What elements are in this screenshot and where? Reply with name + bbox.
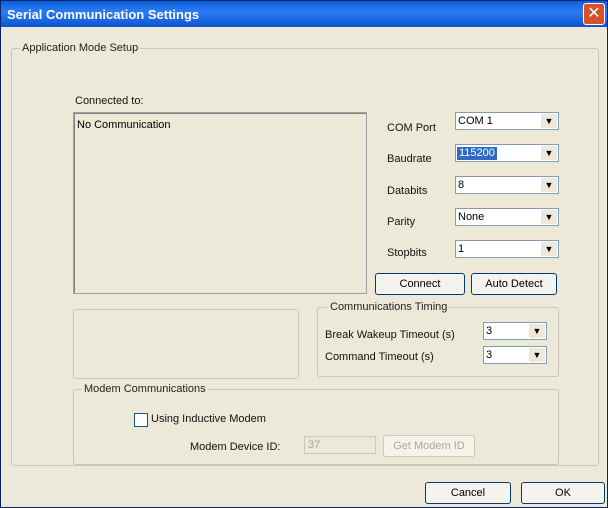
cancel-button[interactable]: Cancel (425, 482, 511, 504)
close-button[interactable]: ✕ (583, 3, 605, 25)
stopbits-value: 1 (458, 243, 465, 255)
chevron-down-icon[interactable]: ▼ (541, 178, 557, 192)
title-bar[interactable]: Serial Communication Settings ✕ (1, 1, 607, 27)
chevron-down-icon[interactable]: ▼ (541, 114, 557, 128)
inductive-modem-label: Using Inductive Modem (151, 413, 266, 425)
close-icon: ✕ (587, 5, 601, 22)
modem-device-id-field[interactable]: 37 (304, 436, 376, 454)
baudrate-select[interactable]: 115200 ▼ (455, 144, 559, 162)
serial-settings-window: Serial Communication Settings ✕ Applicat… (0, 0, 608, 508)
databits-value: 8 (458, 179, 465, 191)
break-wakeup-select[interactable]: 3 ▼ (483, 322, 547, 340)
baudrate-label: Baudrate (387, 153, 432, 165)
stopbits-select[interactable]: 1 ▼ (455, 240, 559, 258)
communications-timing-group-label: Communications Timing (328, 301, 450, 313)
command-timeout-label: Command Timeout (s) (325, 351, 434, 363)
baudrate-value: 115200 (457, 147, 497, 160)
stopbits-label: Stopbits (387, 247, 427, 259)
com-port-value: COM 1 (458, 115, 493, 127)
break-wakeup-label: Break Wakeup Timeout (s) (325, 329, 455, 341)
com-port-select[interactable]: COM 1 ▼ (455, 112, 559, 130)
com-port-label: COM Port (387, 122, 436, 134)
databits-label: Databits (387, 185, 428, 197)
chevron-down-icon[interactable]: ▼ (529, 348, 545, 362)
chevron-down-icon[interactable]: ▼ (541, 146, 557, 160)
communications-timing-group: Communications Timing (317, 301, 559, 377)
application-mode-group-label: Application Mode Setup (20, 42, 141, 54)
break-wakeup-value: 3 (486, 325, 493, 337)
command-timeout-select[interactable]: 3 ▼ (483, 346, 547, 364)
connected-to-label: Connected to: (75, 95, 144, 107)
parity-value: None (458, 211, 485, 223)
connect-button[interactable]: Connect (375, 273, 465, 295)
modem-communications-group-label: Modem Communications (82, 383, 208, 395)
chevron-down-icon[interactable]: ▼ (541, 242, 557, 256)
chevron-down-icon[interactable]: ▼ (541, 210, 557, 224)
parity-label: Parity (387, 216, 416, 228)
auto-detect-button[interactable]: Auto Detect (471, 273, 557, 295)
command-timeout-value: 3 (486, 349, 493, 361)
blank-panel (73, 309, 299, 379)
databits-select[interactable]: 8 ▼ (455, 176, 559, 194)
inductive-modem-checkbox[interactable] (134, 413, 148, 427)
connected-to-value: No Communication (77, 119, 171, 131)
modem-device-id-label: Modem Device ID: (190, 441, 281, 453)
connected-to-listbox[interactable]: No Communication (73, 112, 367, 294)
ok-button[interactable]: OK (521, 482, 605, 504)
parity-select[interactable]: None ▼ (455, 208, 559, 226)
get-modem-id-button[interactable]: Get Modem ID (383, 435, 475, 457)
chevron-down-icon[interactable]: ▼ (529, 324, 545, 338)
window-title: Serial Communication Settings (7, 7, 200, 22)
